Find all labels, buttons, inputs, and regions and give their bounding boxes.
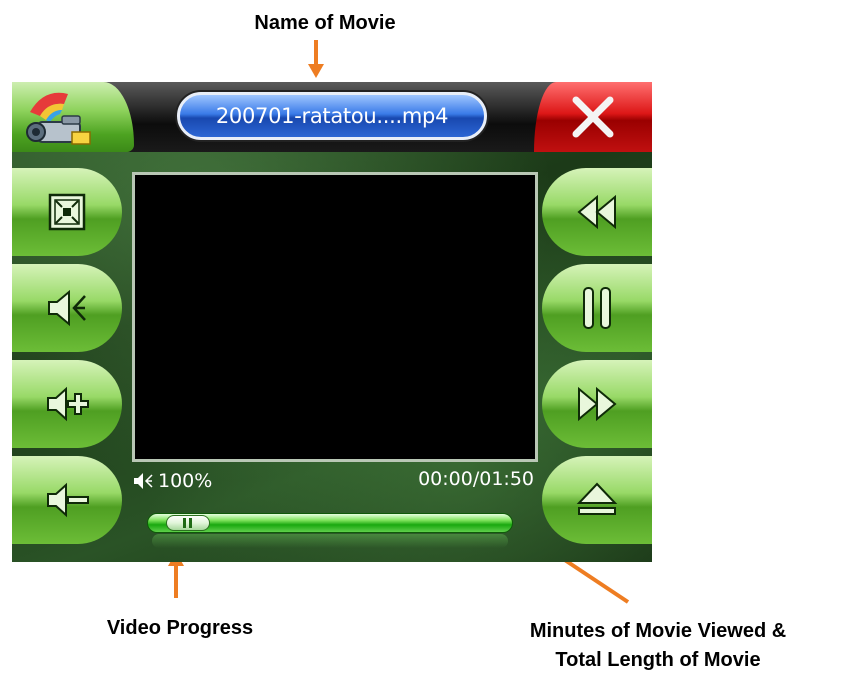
mute-icon (48, 289, 86, 327)
fullscreen-button[interactable] (12, 168, 122, 256)
volume-level: 100% (158, 470, 213, 492)
pause-button[interactable] (542, 264, 652, 352)
progress-reflection (152, 534, 508, 548)
annotation-video-progress: Video Progress (106, 617, 254, 639)
video-display[interactable] (132, 172, 538, 462)
grip-line (183, 518, 187, 528)
annotation-minutes-viewed-line2: Total Length of Movie (555, 649, 761, 671)
annotation-minutes-viewed: Minutes of Movie Viewed & Total Length o… (478, 617, 838, 675)
progress-handle[interactable] (165, 515, 210, 531)
volume-down-button[interactable] (12, 456, 122, 544)
time-readout: 00:00/01:50 (418, 468, 534, 490)
volume-readout: 100% (132, 468, 212, 494)
eject-icon (576, 482, 618, 515)
volume-up-button[interactable] (12, 360, 122, 448)
volume-up-icon (47, 386, 89, 422)
fast-forward-icon (578, 386, 617, 422)
movie-title: 200701-ratatou....mp4 (177, 92, 487, 140)
progress-bar[interactable] (147, 513, 513, 533)
volume-down-icon (47, 482, 89, 518)
media-player-screen: 200701-ratatou....mp4 100% 00:00/01:50 (12, 82, 652, 562)
rewind-button[interactable] (542, 168, 652, 256)
rewind-icon (577, 194, 616, 230)
video-camera-icon (26, 92, 91, 145)
annotation-minutes-viewed-line1: Minutes of Movie Viewed & (529, 620, 787, 642)
speaker-icon (134, 473, 153, 489)
fullscreen-icon (48, 193, 86, 231)
pause-icon (583, 287, 611, 329)
app-menu-button[interactable] (12, 82, 134, 152)
mute-button[interactable] (12, 264, 122, 352)
arrow-name-of-movie (308, 40, 324, 78)
grip-line (189, 518, 193, 528)
eject-button[interactable] (542, 456, 652, 544)
fast-forward-button[interactable] (542, 360, 652, 448)
annotation-name-of-movie: Name of Movie (254, 12, 396, 34)
close-button[interactable] (534, 82, 652, 152)
close-icon (572, 96, 614, 138)
